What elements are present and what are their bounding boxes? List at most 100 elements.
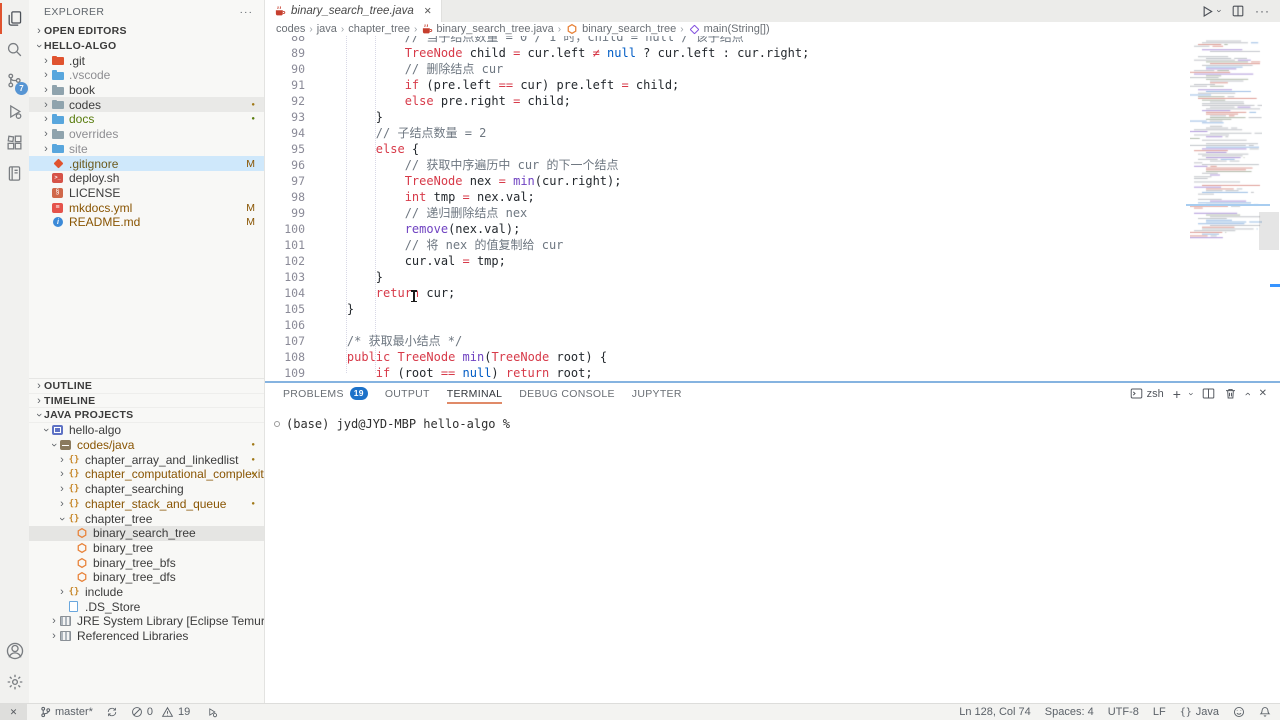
tab-binary-search-tree[interactable]: binary_search_tree.java ✕ [265,0,442,22]
activitybar-settings[interactable] [0,666,29,697]
breadcrumb-binary-search-tree[interactable]: binary_search_tree [565,23,676,35]
notifications-item[interactable] [1259,706,1271,718]
sync-item[interactable] [106,706,118,718]
tree-item-chapter-array-and-linkedlist[interactable]: ›{}chapter_array_and_linkedlist● [29,452,264,467]
tree-item-codes[interactable]: ›codes● [29,97,264,112]
activitybar-extensions[interactable] [0,127,29,158]
tree-item-binary-tree[interactable]: ›binary_tree [29,541,264,556]
line-number: 88 [265,36,305,45]
tree-item-git[interactable]: ›.git [29,53,264,68]
bottom-panel: PROBLEMS19 OUTPUT TERMINAL DEBUG CONSOLE JUP… [265,381,1280,703]
tree-item-jre-system-library-eclipse-temurin-17-17[interactable]: ›JRE System Library [Eclipse Temurin 17 … [29,614,264,629]
indentation-item[interactable]: Spaces: 4 [1045,706,1094,718]
tree-item-book[interactable]: ›book [29,83,264,98]
remote-indicator[interactable]: ✕ [0,704,27,720]
activitybar-source-control[interactable]: 7 [0,65,29,96]
readme-icon: i [53,217,63,227]
chevron-down-icon: › [34,41,44,51]
more-actions-icon[interactable]: ··· [1255,4,1270,18]
tree-item-deploy-sh[interactable]: ›>_deploy.sh [29,171,264,186]
breadcrumb-main-string[interactable]: main(String[]) [688,23,770,35]
activitybar-account[interactable] [0,635,29,666]
tree-item-binary-tree-dfs[interactable]: ›binary_tree_dfs [29,570,264,585]
panel-tab-terminal[interactable]: TERMINAL [447,383,503,404]
cursor-position-item[interactable]: Ln 128, Col 74 [959,706,1031,718]
split-editor-icon[interactable] [1231,4,1245,18]
java-projects-header[interactable]: › JAVA PROJECTS [29,408,264,423]
activitybar-search[interactable] [0,34,29,65]
tree-item-include[interactable]: ›{}include [29,585,264,600]
tree-item-vscode[interactable]: ›.vscode [29,68,264,83]
terminal-icon [1130,387,1143,400]
branch-item[interactable]: master* [40,706,93,718]
breadcrumb-chapter-tree[interactable]: chapter_tree [348,23,410,35]
debug-status-item[interactable] [206,706,218,718]
line-number: 99 [265,205,305,221]
tree-item-referenced-libraries[interactable]: ›Referenced Libraries [29,629,264,644]
panel-tab-problems[interactable]: PROBLEMS19 [283,383,368,404]
sidebar-title: EXPLORER [44,6,104,18]
tree-item-chapter-tree[interactable]: ›{}chapter_tree [29,511,264,526]
breadcrumb-java[interactable]: java [317,23,337,35]
editor-scrollbar-thumb[interactable] [1259,212,1279,250]
line-number: 109 [265,365,305,381]
tree-item-license[interactable]: ›§LICENSE [29,186,264,201]
breadcrumb-codes[interactable]: codes [276,23,305,35]
tree-item-hello-algo[interactable]: ›hello-algo [29,423,264,438]
tree-item-chapter-stack-and-queue[interactable]: ›{}chapter_stack_and_queue● [29,497,264,512]
feedback-item[interactable] [1233,706,1245,718]
kill-terminal-icon[interactable] [1224,387,1237,400]
terminal-output[interactable]: (base) jyd@JYD-MBP hello-algo % [272,417,1280,431]
code-line-102: 102 cur.val = tmp; [265,253,1280,269]
line-number: 96 [265,157,305,173]
workspace-root-header[interactable]: › HELLO-ALGO [29,39,264,54]
run-dropdown-icon[interactable]: › [1216,10,1224,13]
tree-item-gitignore[interactable]: ›.gitignoreM [29,156,264,171]
tree-item-docs[interactable]: ›docs● [29,112,264,127]
maximize-panel-icon[interactable]: › [1242,392,1254,396]
activitybar-run-debug[interactable] [0,96,29,127]
tree-item-codes-java[interactable]: ›codes/java● [29,438,264,453]
yml-icon: ≡ [52,203,63,213]
tree-item-ds-store[interactable]: ›.DS_Store [29,599,264,614]
panel-tab-output[interactable]: OUTPUT [385,383,430,404]
tree-item-binary-search-tree[interactable]: ›binary_search_tree [29,526,264,541]
minimap[interactable] [1190,36,1262,242]
outline-header[interactable]: › OUTLINE [29,379,264,394]
timeline-header[interactable]: › TIMELINE [29,394,264,409]
breadcrumb-binary-search-tree-java[interactable]: binary_search_tree.java [421,23,553,35]
panel-tab-jupyter[interactable]: JUPYTER [632,383,682,404]
tree-item-readme-md[interactable]: ›iREADME.mdM [29,215,264,230]
code-area[interactable]: 88 // 当子结点数量 = 0 / 1 时，child = null / 该子… [265,36,1280,381]
chevron-right-icon: › [57,455,67,465]
run-icon[interactable] [1199,4,1214,19]
file-icon [69,601,78,612]
folder-icon [51,84,65,96]
encoding-item[interactable]: UTF-8 [1108,706,1139,718]
close-icon[interactable]: ✕ [424,6,432,17]
tree-item-mkdocs-yml[interactable]: ›≡mkdocs.ymlM [29,200,264,215]
new-terminal-icon[interactable]: + [1173,388,1181,400]
tree-item-chapter-searching[interactable]: ›{}chapter_searching [29,482,264,497]
terminal-dropdown-icon[interactable]: › [1185,392,1197,395]
problems-item[interactable]: 0 19 [131,706,190,718]
activitybar-explorer[interactable] [0,3,29,34]
shell-selector[interactable]: zsh [1130,387,1164,400]
tree-item-site[interactable]: ›site [29,142,264,157]
java-file-icon [421,23,433,35]
tree-item-overrides[interactable]: ›overrides [29,127,264,142]
eol-item[interactable]: LF [1153,706,1166,718]
open-editors-header[interactable]: › OPEN EDITORS [29,24,264,39]
tab-bar: binary_search_tree.java ✕ › ··· [265,0,1280,22]
close-panel-icon[interactable]: ✕ [1259,388,1267,400]
activitybar-notebook[interactable] [0,158,29,189]
chevron-right-icon: › [34,381,44,391]
panel-tab-debug-console[interactable]: DEBUG CONSOLE [519,383,615,404]
split-terminal-icon[interactable] [1202,387,1215,400]
modified-dot-icon: ● [251,457,255,463]
library-icon [60,631,71,641]
more-actions-icon[interactable]: ··· [240,0,254,24]
tree-item-chapter-computational-complexity[interactable]: ›{}chapter_computational_complexity● [29,467,264,482]
tree-item-binary-tree-bfs[interactable]: ›binary_tree_bfs [29,555,264,570]
language-item[interactable]: {} Java [1180,706,1219,718]
